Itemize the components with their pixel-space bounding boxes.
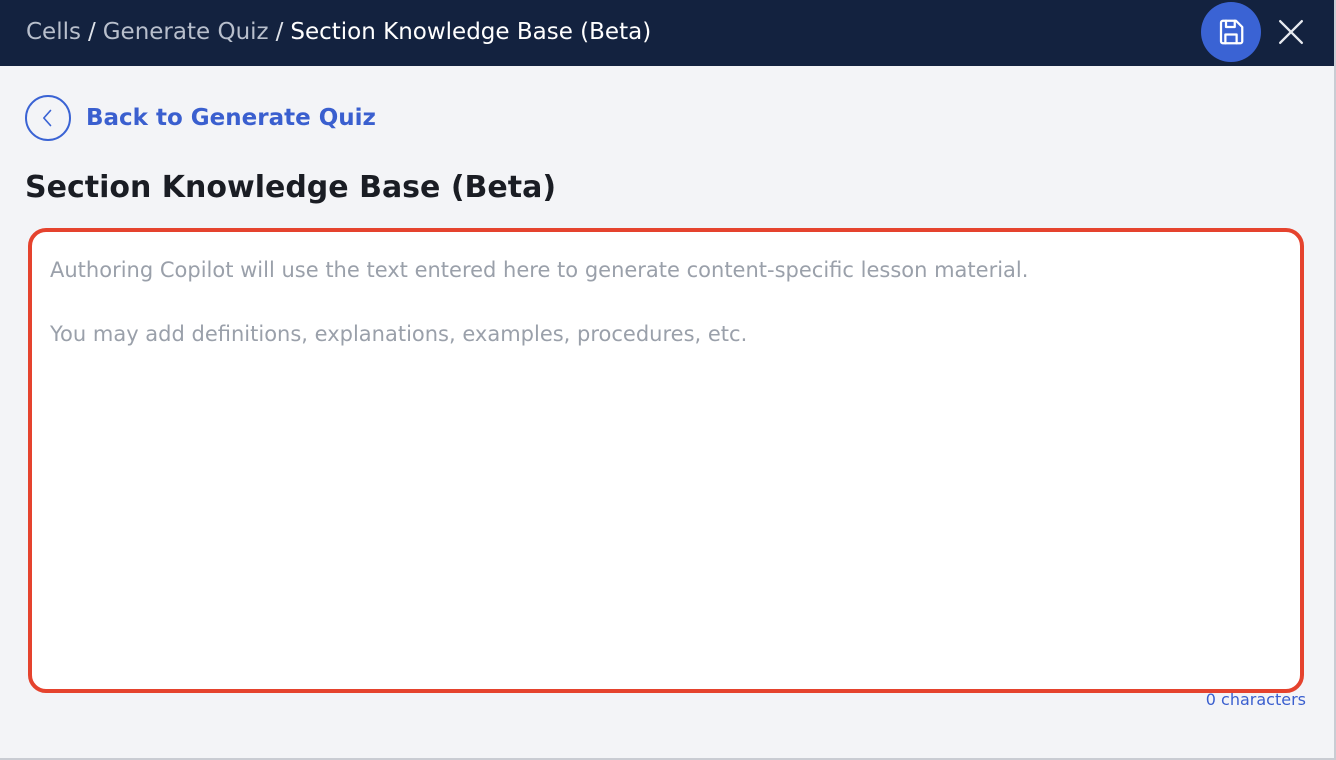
page-title: Section Knowledge Base (Beta) xyxy=(25,170,557,205)
breadcrumb-item-generate-quiz[interactable]: Generate Quiz xyxy=(103,19,269,45)
back-link-label[interactable]: Back to Generate Quiz xyxy=(86,103,376,133)
save-button[interactable] xyxy=(1201,2,1261,62)
close-icon xyxy=(1278,19,1304,45)
breadcrumb-separator: / xyxy=(87,19,96,45)
chevron-left-icon xyxy=(43,109,52,127)
back-button[interactable] xyxy=(25,95,71,141)
breadcrumb-current: Section Knowledge Base (Beta) xyxy=(290,19,652,45)
breadcrumb: Cells / Generate Quiz / Section Knowledge Ba… xyxy=(26,17,651,47)
breadcrumb-separator: / xyxy=(275,19,284,45)
close-button[interactable] xyxy=(1272,13,1310,51)
save-icon xyxy=(1219,19,1244,45)
breadcrumb-item-cells[interactable]: Cells xyxy=(26,19,81,45)
back-to-generate-quiz-link[interactable]: Back to Generate Quiz xyxy=(25,93,376,143)
character-count: 0 characters xyxy=(1205,690,1306,709)
top-bar: Cells / Generate Quiz / Section Knowledge Ba… xyxy=(0,0,1334,66)
modal-dialog: Cells / Generate Quiz / Section Knowledge Ba… xyxy=(0,0,1336,760)
knowledge-base-textarea[interactable] xyxy=(28,228,1304,693)
